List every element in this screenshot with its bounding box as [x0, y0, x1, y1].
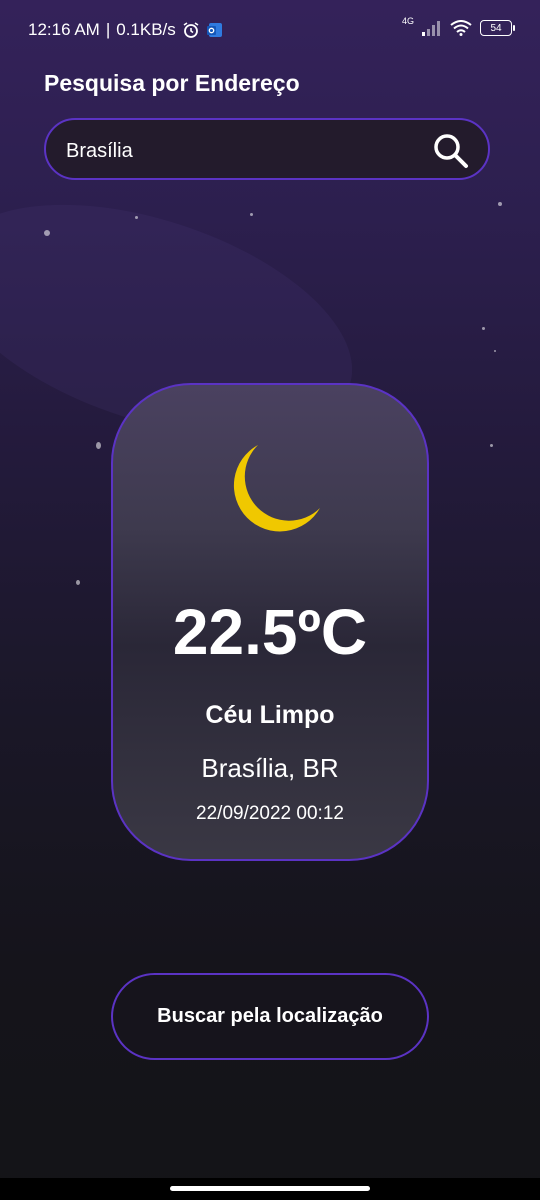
search-icon[interactable] — [432, 132, 470, 170]
location-button-label: Buscar pela localização — [157, 1005, 383, 1027]
weather-condition: Céu Limpo — [205, 701, 335, 729]
status-time: 12:16 AM — [28, 20, 100, 39]
temperature: 22.5ºC — [172, 596, 368, 668]
status-speed: 0.1KB/s — [116, 20, 176, 39]
moon-icon — [233, 445, 320, 532]
search-by-location-button[interactable]: Buscar pela localização — [111, 973, 429, 1060]
wifi-icon — [450, 20, 472, 36]
weather-datetime: 22/09/2022 00:12 — [196, 803, 344, 824]
status-right: 4G 54 — [402, 16, 515, 36]
star-decoration — [494, 350, 496, 352]
alarm-icon — [183, 22, 199, 38]
status-bar: 12:16 AM | 0.1KB/s 4G 54 — [0, 0, 540, 62]
weather-card: 22.5ºC Céu Limpo Brasília, BR 22/09/2022… — [111, 383, 429, 861]
star-decoration — [250, 213, 253, 216]
home-indicator[interactable] — [170, 1186, 370, 1191]
search-title: Pesquisa por Endereço — [44, 70, 300, 96]
search-box[interactable] — [44, 118, 490, 180]
star-decoration — [482, 327, 485, 330]
network-type: 4G — [401, 16, 414, 26]
star-decoration — [96, 442, 101, 449]
status-left: 12:16 AM | 0.1KB/s — [28, 20, 224, 40]
weather-location: Brasília, BR — [201, 753, 339, 783]
signal-icon — [422, 21, 440, 36]
battery-level: 54 — [490, 22, 502, 34]
star-decoration — [498, 202, 502, 206]
battery-icon: 54 — [480, 20, 515, 36]
star-decoration — [44, 230, 50, 236]
outlook-icon — [206, 23, 222, 37]
star-decoration — [135, 216, 138, 219]
search-input[interactable] — [64, 134, 428, 168]
navigation-bar — [0, 1178, 540, 1200]
star-decoration — [490, 444, 493, 447]
star-decoration — [76, 580, 80, 585]
status-separator: | — [105, 20, 111, 39]
